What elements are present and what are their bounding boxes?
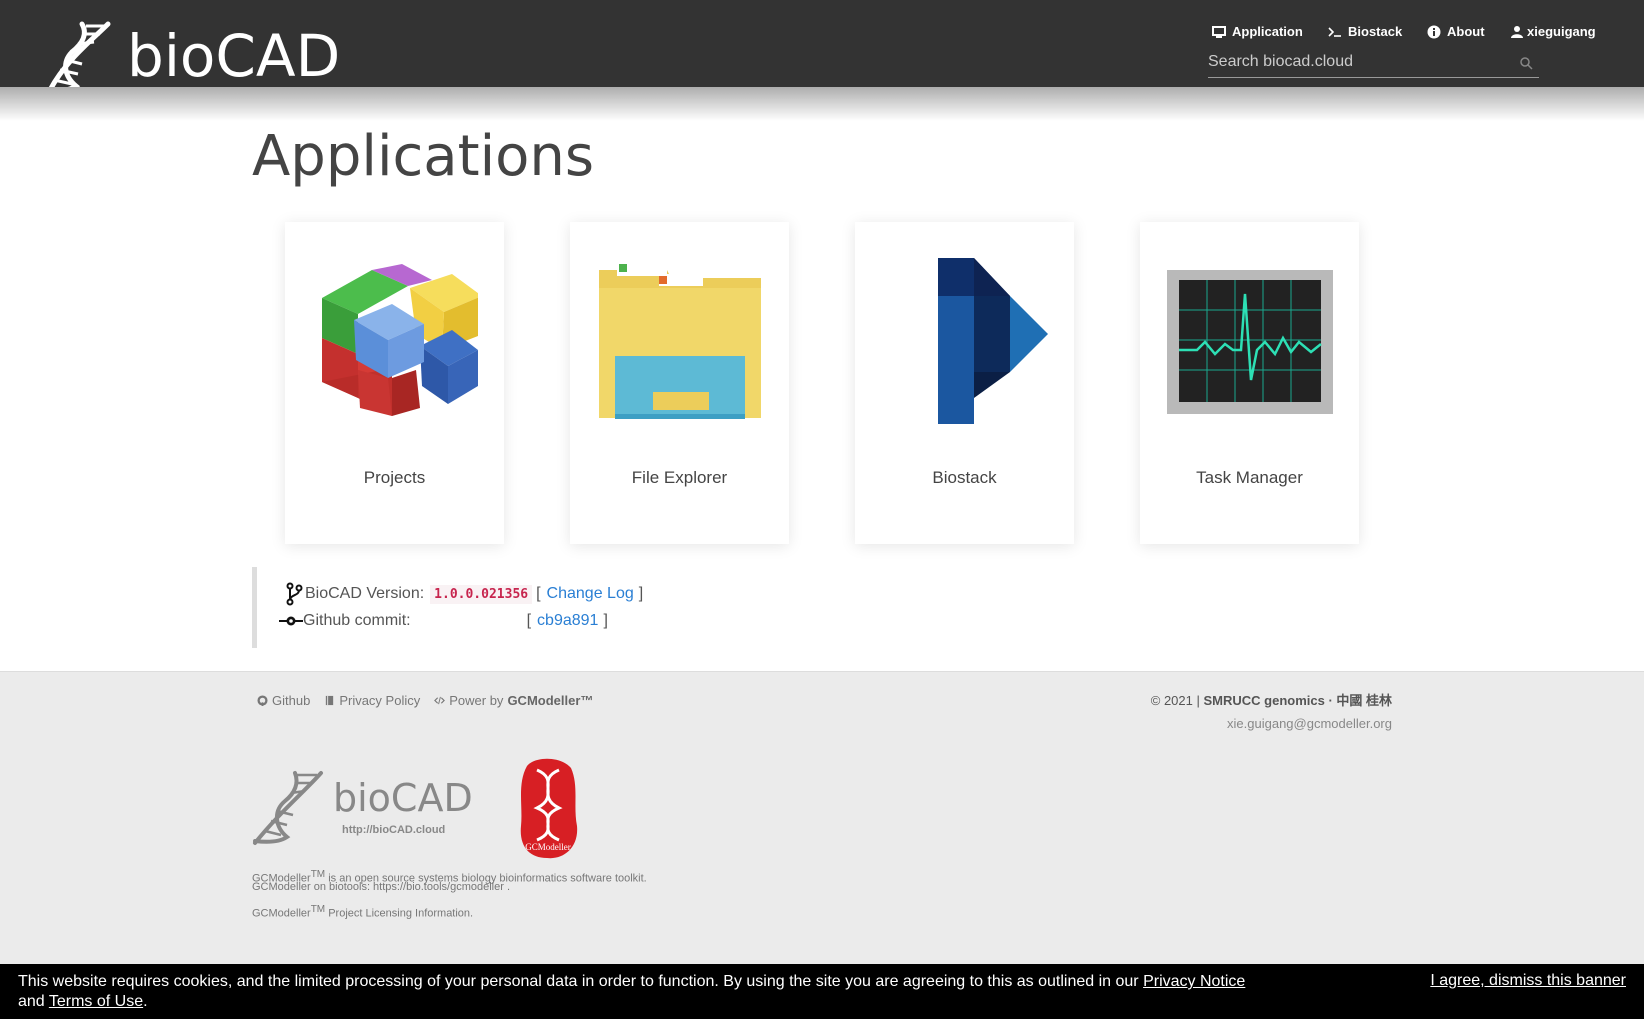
search-box	[1208, 48, 1539, 78]
footer-note-2: GCModeller on biotools: https://bio.tool…	[252, 881, 511, 893]
nav-biostack[interactable]: Biostack	[1328, 24, 1402, 39]
folder-icon	[599, 262, 761, 419]
app-card-file-explorer[interactable]: File Explorer	[570, 222, 789, 544]
bracket: ]	[603, 612, 608, 629]
nav-biostack-label: Biostack	[1348, 24, 1403, 39]
cubes-icon	[322, 264, 478, 416]
version-value: 1.0.0.021356	[430, 584, 533, 604]
app-card-task-manager[interactable]: Task Manager	[1140, 222, 1359, 544]
footer-gcmodeller-label: GCModeller™	[507, 693, 594, 708]
copyright-org: SMRUCC genomics · 中國 桂林	[1203, 693, 1392, 708]
nav-application[interactable]: Application	[1212, 24, 1303, 39]
user-icon	[1511, 25, 1523, 38]
top-navbar: bioCAD Application Biostack About xiegui…	[0, 0, 1644, 94]
app-card-label: Biostack	[932, 468, 997, 487]
biostack-icon	[938, 258, 1048, 424]
footer-note-3: GCModellerTM Project Licensing Informati…	[252, 904, 473, 920]
change-log-link[interactable]: Change Log	[547, 585, 634, 603]
footer-privacy-label: Privacy Policy	[339, 693, 421, 708]
footer-biocad-logo[interactable]: bioCAD http://bioCAD.cloud	[251, 769, 475, 849]
book-icon	[326, 695, 334, 706]
git-branch-icon	[286, 582, 303, 606]
dna-logo-icon[interactable]	[42, 20, 116, 94]
nav-user[interactable]: xieguigang	[1510, 24, 1596, 39]
cookie-message: This website requires cookies, and the l…	[18, 972, 1258, 1012]
brand-name[interactable]: bioCAD	[127, 22, 340, 90]
terms-of-use-link[interactable]: Terms of Use	[49, 993, 143, 1010]
footer: Github Privacy Policy Power by GCModelle…	[0, 671, 1644, 964]
git-commit-icon	[279, 616, 303, 626]
bracket: ]	[638, 585, 644, 602]
app-card-label: Task Manager	[1196, 468, 1303, 487]
footer-power-label: Power by	[449, 693, 504, 708]
note-gcmodeller: GCModeller	[252, 907, 311, 920]
privacy-notice-link[interactable]: Privacy Notice	[1143, 973, 1245, 990]
commit-row: Github commit: [ cb9a891 ]	[279, 612, 608, 630]
cookie-banner: This website requires cookies, and the l…	[0, 964, 1644, 1019]
footer-power-by[interactable]: Power by GCModeller™	[434, 693, 593, 708]
app-card-label: File Explorer	[631, 468, 728, 487]
footer-links: Github Privacy Policy Power by GCModelle…	[257, 693, 593, 708]
gcmodeller-seal-icon[interactable]: GCModeller	[517, 756, 579, 860]
footer-privacy-link[interactable]: Privacy Policy	[324, 693, 420, 708]
nav-application-label: Application	[1232, 24, 1303, 39]
dismiss-banner-button[interactable]: I agree, dismiss this banner	[1430, 972, 1626, 990]
note-tm: TM	[310, 869, 326, 880]
commit-link[interactable]: cb9a891	[537, 612, 598, 630]
copyright-prefix: © 2021 |	[1150, 693, 1200, 708]
footer-logo-url: http://bioCAD.cloud	[342, 824, 445, 836]
github-icon	[257, 695, 268, 706]
search-icon[interactable]	[1519, 56, 1533, 70]
note-tm: TM	[310, 904, 326, 915]
header-shadow	[0, 87, 1644, 121]
footer-logo-text: bioCAD	[333, 776, 473, 820]
seal-text: GCModeller	[525, 842, 571, 852]
search-input[interactable]	[1208, 48, 1508, 76]
task-manager-icon	[1167, 270, 1333, 414]
version-row: BioCAD Version: 1.0.0.021356 [ Change Lo…	[285, 582, 643, 606]
note-text[interactable]: Project Licensing Information.	[325, 908, 473, 920]
page-title: Applications	[252, 124, 595, 189]
nav-user-label: xieguigang	[1527, 24, 1596, 39]
cookie-text: and	[18, 993, 49, 1010]
nav-about-label: About	[1447, 24, 1485, 39]
monitor-icon	[1212, 25, 1226, 38]
footer-github-link[interactable]: Github	[257, 693, 310, 708]
version-label: BioCAD Version:	[305, 585, 425, 602]
terminal-icon	[1328, 26, 1341, 37]
nav-about[interactable]: About	[1427, 24, 1485, 39]
app-card-biostack[interactable]: Biostack	[855, 222, 1074, 544]
app-card-projects[interactable]: Projects	[285, 222, 504, 544]
info-icon	[1427, 25, 1441, 38]
cookie-text: .	[143, 993, 148, 1010]
footer-github-label: Github	[272, 693, 311, 708]
app-card-label: Projects	[363, 468, 426, 487]
bracket: [	[526, 612, 532, 629]
contact-email[interactable]: xie.guigang@gcmodeller.org	[1151, 712, 1392, 735]
cookie-text: This website requires cookies, and the l…	[18, 973, 1144, 990]
code-icon	[434, 696, 446, 705]
bracket: [	[536, 585, 541, 602]
commit-label: Github commit:	[303, 612, 411, 629]
version-info: BioCAD Version: 1.0.0.021356 [ Change Lo…	[252, 567, 652, 648]
copyright: © 2021 | SMRUCC genomics · 中國 桂林 xie.gui…	[1151, 689, 1392, 735]
